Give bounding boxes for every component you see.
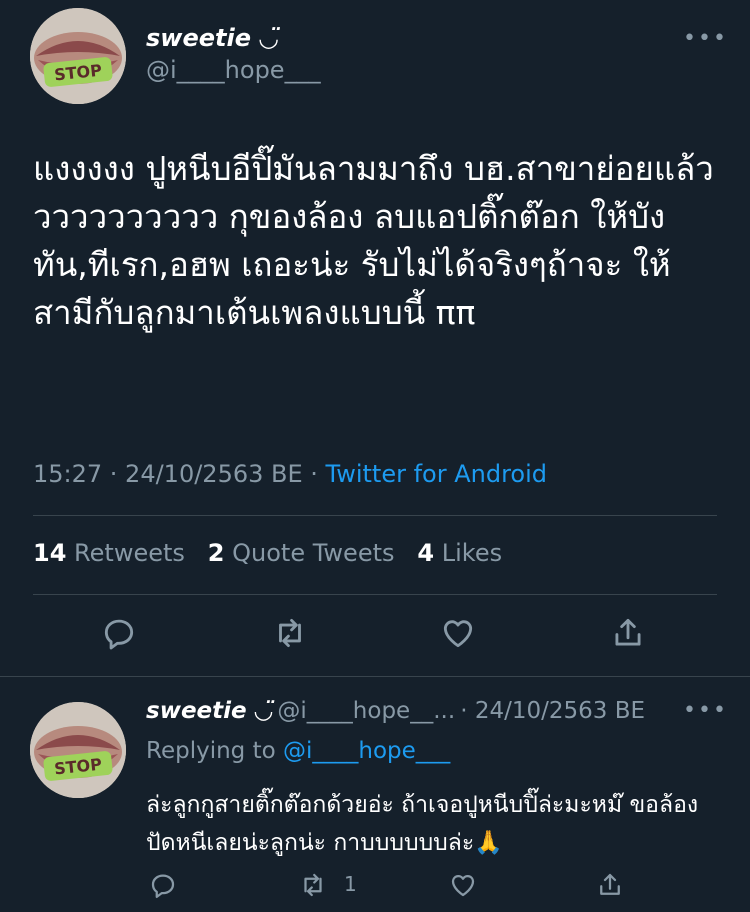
like-button[interactable] xyxy=(438,613,478,653)
reply-author-avatar[interactable]: STOP xyxy=(30,702,126,798)
author-handle[interactable]: @i____hope___ xyxy=(146,56,321,84)
likes-stat[interactable]: 4 Likes xyxy=(417,539,502,567)
reply-date[interactable]: · 24/10/2563 BE xyxy=(460,698,645,724)
share-button[interactable] xyxy=(608,613,648,653)
engagement-stats: 14 Retweets 2 Quote Tweets 4 Likes xyxy=(33,539,502,567)
tweet-source-link[interactable]: Twitter for Android xyxy=(326,460,547,488)
reply-share-button[interactable] xyxy=(590,865,630,905)
reply-icon xyxy=(104,619,134,650)
author-name[interactable]: sweetie ◡̈ xyxy=(146,24,278,52)
heart-icon xyxy=(443,620,473,648)
reply-button[interactable] xyxy=(99,613,139,653)
divider xyxy=(0,676,750,677)
tweet-text: แงงงงง ปูหนีบอีปิ๊มันลามมาถึง บฮ.สาขาย่อ… xyxy=(33,149,714,332)
reply-retweet-count: 1 xyxy=(344,872,357,896)
replying-to-line: Replying to @i____hope___ xyxy=(146,738,450,764)
heart-icon xyxy=(451,874,475,897)
share-icon xyxy=(615,618,641,646)
reply-retweet-button[interactable] xyxy=(293,865,333,905)
replying-to-handle[interactable]: @i____hope___ xyxy=(283,738,450,764)
reply-header: sweetie ◡̈ @i____hope__... · 24/10/2563 … xyxy=(146,698,645,724)
tweet-timestamp[interactable]: 15:27 · 24/10/2563 BE · xyxy=(33,460,326,488)
reply-reply-button[interactable] xyxy=(143,865,183,905)
reply-more-options-button[interactable]: ••• xyxy=(683,698,728,723)
retweet-icon xyxy=(304,873,322,897)
share-icon xyxy=(600,873,620,895)
divider xyxy=(33,594,717,595)
more-options-button[interactable]: ••• xyxy=(683,26,728,51)
reply-text: ล่ะลูกกูสายติ๊กต๊อกด้วยอ่ะ ถ้าเจอปูหนีบป… xyxy=(146,792,699,856)
divider xyxy=(33,515,717,516)
quote-tweets-stat[interactable]: 2 Quote Tweets xyxy=(208,539,395,567)
replying-to-label: Replying to xyxy=(146,738,283,764)
retweet-button[interactable] xyxy=(270,613,310,653)
reply-author-name[interactable]: sweetie ◡̈ xyxy=(146,698,272,724)
tweet-meta: 15:27 · 24/10/2563 BE · Twitter for Andr… xyxy=(33,460,547,488)
retweets-stat[interactable]: 14 Retweets xyxy=(33,539,185,567)
reply-icon xyxy=(151,874,175,898)
retweet-icon xyxy=(279,618,301,648)
reply-like-button[interactable] xyxy=(443,865,483,905)
reply-author-handle[interactable]: @i____hope__... xyxy=(277,698,455,724)
author-avatar[interactable]: STOP xyxy=(30,8,126,104)
